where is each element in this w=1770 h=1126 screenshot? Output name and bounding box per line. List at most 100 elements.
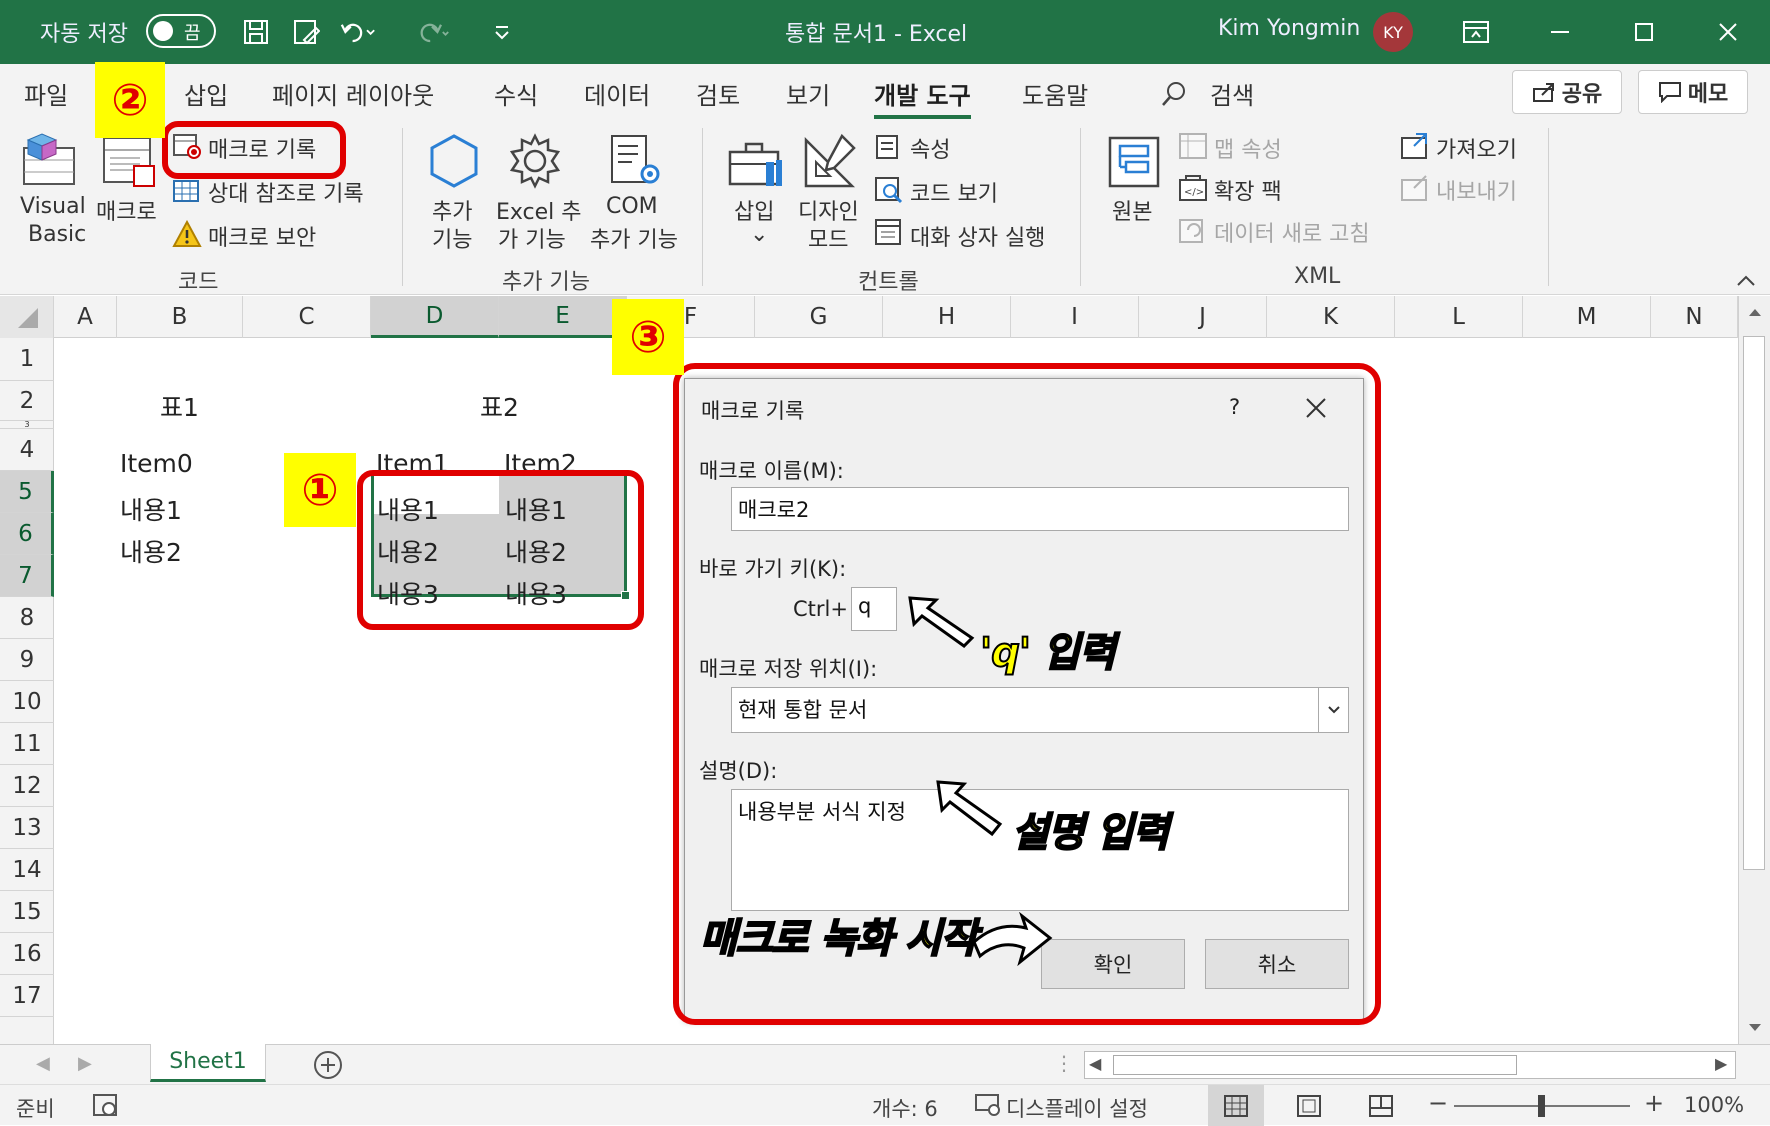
addin-label-2[interactable]: 기능: [432, 222, 472, 254]
row-header[interactable]: 4: [0, 429, 54, 471]
zoom-level[interactable]: 100%: [1684, 1093, 1744, 1117]
tab-page-layout[interactable]: 페이지 레이아웃: [272, 76, 434, 111]
row-header[interactable]: 12: [0, 765, 54, 807]
tab-review[interactable]: 검토: [696, 76, 740, 111]
maximize-icon[interactable]: [1626, 14, 1662, 50]
zoom-out-icon[interactable]: −: [1428, 1089, 1448, 1117]
design-mode-icon[interactable]: [802, 132, 858, 194]
column-header[interactable]: K: [1267, 296, 1395, 338]
autosave-toggle[interactable]: 끔: [146, 14, 216, 48]
vertical-scrollbar[interactable]: [1738, 296, 1770, 1044]
zoom-slider-thumb[interactable]: [1538, 1095, 1545, 1117]
row-header[interactable]: 2: [0, 381, 54, 421]
save-as-icon[interactable]: [288, 14, 324, 50]
excel-addin-gear-icon[interactable]: [506, 132, 564, 194]
column-header[interactable]: E: [499, 296, 627, 338]
run-dialog-icon[interactable]: [874, 218, 904, 250]
column-header[interactable]: L: [1395, 296, 1523, 338]
cell-d2[interactable]: 표2: [480, 388, 519, 424]
toolbox-icon[interactable]: [726, 138, 786, 194]
row-header[interactable]: 3: [0, 421, 54, 429]
column-header[interactable]: M: [1523, 296, 1651, 338]
display-settings-icon[interactable]: [974, 1093, 1002, 1121]
row-header[interactable]: 9: [0, 639, 54, 681]
page-break-view-icon[interactable]: [1368, 1094, 1394, 1122]
select-all-corner[interactable]: [0, 296, 54, 338]
column-header[interactable]: C: [243, 296, 371, 338]
com-addin-label-2[interactable]: 추가 기능: [590, 222, 678, 254]
horizontal-scrollbar[interactable]: ◀ ▶: [1084, 1051, 1736, 1079]
undo-icon[interactable]: [340, 14, 376, 50]
row-header[interactable]: 17: [0, 975, 54, 1017]
macro-security-label[interactable]: 매크로 보안: [208, 220, 316, 252]
warning-icon[interactable]: [172, 219, 202, 252]
row-header[interactable]: 8: [0, 597, 54, 639]
cell-b5[interactable]: 내용1: [120, 491, 182, 527]
add-in-icon[interactable]: [426, 132, 482, 194]
visual-basic-icon[interactable]: [20, 130, 80, 192]
tab-formulas[interactable]: 수식: [494, 76, 538, 111]
row-header[interactable]: 10: [0, 681, 54, 723]
row-header[interactable]: 15: [0, 891, 54, 933]
scroll-thumb[interactable]: [1743, 336, 1765, 870]
avatar[interactable]: KY: [1373, 12, 1413, 52]
row-header[interactable]: 7: [0, 555, 54, 597]
scroll-right-icon[interactable]: ▶: [1715, 1054, 1727, 1073]
column-header[interactable]: H: [883, 296, 1011, 338]
tab-help[interactable]: 도움말: [1022, 76, 1088, 111]
customize-toolbar-icon[interactable]: [484, 14, 520, 50]
scroll-left-icon[interactable]: ◀: [1089, 1054, 1101, 1073]
cell-b4[interactable]: Item0: [120, 449, 193, 478]
com-addin-label-1[interactable]: COM: [606, 194, 658, 219]
column-header[interactable]: N: [1651, 296, 1738, 338]
h-scroll-thumb[interactable]: [1113, 1055, 1517, 1075]
accessibility-icon[interactable]: [92, 1093, 120, 1123]
tab-next-icon[interactable]: ▶: [78, 1053, 92, 1074]
normal-view-button[interactable]: [1208, 1085, 1264, 1126]
minimize-icon[interactable]: [1542, 14, 1578, 50]
properties-icon[interactable]: [874, 134, 900, 164]
visual-basic-label-1[interactable]: Visual: [20, 194, 86, 219]
import-label[interactable]: 가져오기: [1436, 132, 1517, 164]
column-header[interactable]: I: [1011, 296, 1139, 338]
macro-icon[interactable]: [100, 132, 158, 194]
xml-source-icon[interactable]: [1106, 134, 1162, 194]
add-sheet-icon[interactable]: [312, 1049, 344, 1085]
run-dialog-label[interactable]: 대화 상자 실행: [910, 220, 1045, 252]
cell-b2[interactable]: 표1: [160, 388, 199, 424]
search-label[interactable]: 검색: [1210, 76, 1254, 111]
column-header[interactable]: A: [54, 296, 117, 338]
search-icon[interactable]: [1160, 80, 1188, 112]
column-header[interactable]: D: [371, 296, 499, 338]
design-mode-label-2[interactable]: 모드: [808, 222, 848, 254]
expansion-pack-icon[interactable]: </>: [1178, 174, 1208, 208]
memo-button[interactable]: 메모: [1638, 70, 1748, 114]
ribbon-display-icon[interactable]: [1458, 14, 1494, 50]
splitter-handle[interactable]: ⋮: [1054, 1051, 1074, 1075]
save-icon[interactable]: [238, 14, 274, 50]
row-header[interactable]: 14: [0, 849, 54, 891]
row-header[interactable]: 13: [0, 807, 54, 849]
page-layout-view-icon[interactable]: [1296, 1094, 1322, 1122]
tab-developer[interactable]: 개발 도구: [874, 76, 971, 119]
column-header[interactable]: G: [755, 296, 883, 338]
display-settings-label[interactable]: 디스플레이 설정: [1006, 1093, 1148, 1123]
expansion-pack-label[interactable]: 확장 팩: [1214, 174, 1282, 206]
collapse-ribbon-icon[interactable]: [1736, 272, 1756, 291]
tab-data[interactable]: 데이터: [584, 76, 650, 111]
xml-source-label[interactable]: 원본: [1112, 194, 1152, 226]
tab-view[interactable]: 보기: [786, 76, 830, 111]
macro-label[interactable]: 매크로: [96, 194, 157, 226]
view-code-label[interactable]: 코드 보기: [910, 176, 998, 208]
cell-b6[interactable]: 내용2: [120, 533, 182, 569]
row-header[interactable]: 5: [0, 471, 54, 513]
tab-prev-icon[interactable]: ◀: [36, 1053, 50, 1074]
row-header[interactable]: 1: [0, 338, 54, 381]
tab-sheet1[interactable]: Sheet1: [150, 1044, 266, 1082]
tab-insert[interactable]: 삽입: [184, 76, 228, 111]
view-code-icon[interactable]: [874, 176, 904, 208]
share-button[interactable]: 공유: [1512, 70, 1622, 114]
zoom-in-icon[interactable]: +: [1644, 1089, 1664, 1117]
close-icon[interactable]: [1710, 14, 1746, 50]
row-header[interactable]: 11: [0, 723, 54, 765]
